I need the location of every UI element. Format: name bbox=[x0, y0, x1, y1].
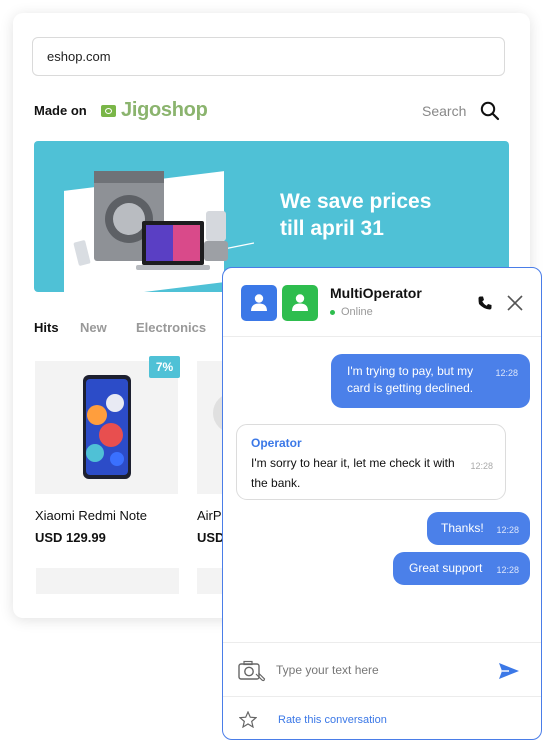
product-name[interactable]: Xiaomi Redmi Note bbox=[35, 508, 147, 523]
star-icon[interactable] bbox=[239, 711, 257, 728]
rate-conversation-link[interactable]: Rate this conversation bbox=[278, 714, 387, 726]
outgoing-message: Thanks! 12:28 bbox=[427, 512, 530, 545]
message-time: 12:28 bbox=[496, 525, 519, 535]
outgoing-message: Great support 12:28 bbox=[393, 552, 530, 585]
operator-name: MultiOperator bbox=[330, 285, 422, 301]
user-avatar-icon bbox=[251, 294, 267, 311]
message-composer: Type your text here bbox=[223, 642, 541, 697]
avatar bbox=[282, 285, 318, 321]
chat-header: MultiOperator Online bbox=[223, 268, 541, 337]
tab-hits[interactable]: Hits bbox=[34, 320, 59, 335]
avatar bbox=[241, 285, 277, 321]
message-text: I'm sorry to hear it, let me check it wi… bbox=[251, 456, 455, 490]
message-time: 12:28 bbox=[495, 368, 518, 378]
discount-badge: 7% bbox=[149, 356, 180, 378]
send-icon[interactable] bbox=[498, 662, 520, 680]
product-name[interactable]: AirP bbox=[197, 508, 222, 523]
product-price: USD 129.99 bbox=[35, 530, 106, 545]
status-text: Online bbox=[341, 306, 373, 318]
outgoing-message: I'm trying to pay, but my card is gettin… bbox=[331, 354, 530, 408]
tab-new[interactable]: New bbox=[80, 320, 107, 335]
phone-product-image bbox=[83, 375, 131, 479]
chat-widget: MultiOperator Online I'm trying to pay, … bbox=[222, 267, 542, 740]
online-status: Online bbox=[330, 306, 373, 318]
close-icon[interactable] bbox=[506, 294, 524, 312]
made-on-label: Made on bbox=[34, 103, 87, 118]
message-sender: Operator bbox=[251, 436, 302, 450]
message-input[interactable]: Type your text here bbox=[276, 663, 379, 677]
product-card[interactable] bbox=[35, 361, 178, 494]
jigoshop-logo-icon bbox=[101, 104, 116, 117]
incoming-message: Operator I'm sorry to hear it, let me ch… bbox=[236, 424, 506, 500]
banner-headline: We save prices till april 31 bbox=[280, 188, 431, 242]
banner-line-1: We save prices bbox=[280, 190, 432, 213]
phone-icon[interactable] bbox=[477, 295, 493, 311]
message-text: Thanks! bbox=[441, 521, 484, 535]
online-dot-icon bbox=[330, 309, 335, 315]
message-time: 12:28 bbox=[470, 461, 493, 471]
message-time: 12:28 bbox=[496, 565, 519, 575]
message-text: Great support bbox=[409, 561, 483, 575]
url-bar[interactable]: eshop.com bbox=[32, 37, 505, 76]
product-placeholder bbox=[36, 568, 179, 594]
chat-footer: Rate this conversation bbox=[223, 696, 541, 739]
tab-electronics[interactable]: Electronics bbox=[136, 320, 206, 335]
user-avatar-icon bbox=[292, 294, 308, 311]
camera-attach-icon[interactable] bbox=[238, 660, 266, 682]
jigoshop-logo[interactable]: Jigoshop bbox=[101, 99, 208, 122]
search-icon[interactable] bbox=[480, 101, 500, 121]
message-text: I'm trying to pay, but my card is gettin… bbox=[347, 364, 474, 395]
brand-name: Jigoshop bbox=[121, 99, 208, 121]
banner-line-2: till april 31 bbox=[280, 217, 384, 240]
search-label[interactable]: Search bbox=[422, 103, 466, 119]
product-price: USD bbox=[197, 530, 225, 545]
